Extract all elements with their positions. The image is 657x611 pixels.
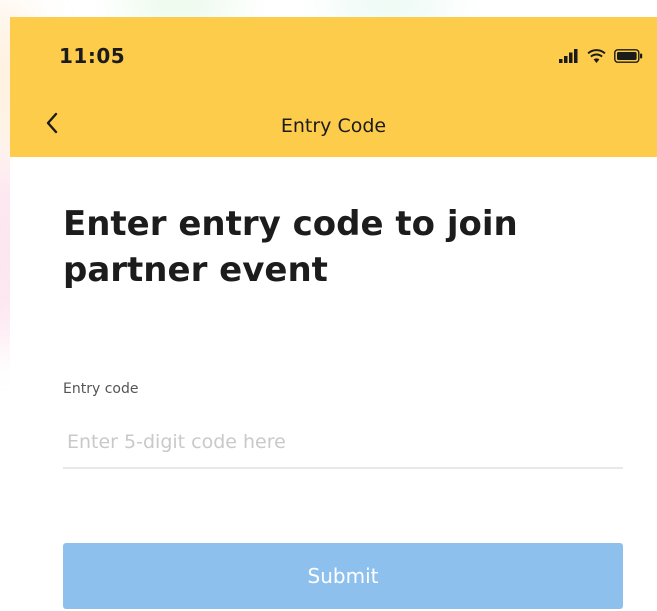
battery-icon — [614, 48, 643, 67]
wifi-icon — [587, 48, 606, 67]
submit-button[interactable]: Submit — [63, 543, 623, 609]
headline: Enter entry code to join partner event — [63, 204, 518, 290]
entry-code-input[interactable] — [63, 425, 623, 469]
status-bar: 11:05 — [10, 17, 657, 97]
status-icons — [559, 48, 643, 67]
app-screen: 11:05 Entry Code Enter entry code to joi… — [10, 17, 657, 611]
page-title: Entry Code — [280, 115, 387, 137]
app-header: 11:05 Entry Code — [10, 17, 657, 157]
nav-bar: Entry Code — [10, 97, 657, 157]
entry-code-label: Entry code — [63, 381, 139, 397]
cellular-signal-icon — [559, 48, 579, 67]
status-time: 11:05 — [59, 44, 126, 68]
